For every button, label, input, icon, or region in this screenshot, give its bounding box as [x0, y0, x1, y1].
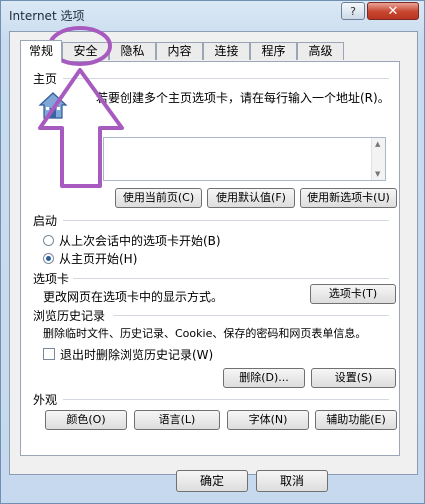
delete-history-on-exit-label[interactable]: 退出时删除浏览历史记录(W) — [60, 346, 213, 363]
window-title: Internet 选项 — [9, 9, 85, 23]
startup-section-title: 启动 — [33, 214, 58, 228]
appearance-section-title: 外观 — [33, 393, 58, 407]
languages-button[interactable]: 语言(L) — [134, 410, 220, 430]
home-section-title: 主页 — [33, 72, 58, 86]
history-section-title: 浏览历史记录 — [33, 309, 106, 323]
home-divider — [63, 78, 389, 79]
close-button[interactable]: ✕ — [367, 2, 419, 20]
use-current-button[interactable]: 使用当前页(C) — [115, 188, 202, 208]
help-button[interactable]: ? — [341, 2, 365, 20]
tabs-divider — [73, 278, 389, 279]
fonts-button[interactable]: 字体(N) — [227, 410, 309, 430]
delete-history-button[interactable]: 删除(D)... — [223, 368, 305, 388]
appearance-divider — [63, 399, 389, 400]
use-default-button[interactable]: 使用默认值(F) — [207, 188, 295, 208]
tab-connections[interactable]: 连接 — [203, 42, 250, 60]
history-divider — [113, 315, 389, 316]
delete-history-on-exit-checkbox[interactable] — [43, 348, 55, 360]
home-description: 若要创建多个主页选项卡，请在每行输入一个地址(R)。 — [96, 91, 390, 105]
cancel-button[interactable]: 取消 — [256, 470, 328, 492]
home-page-address-box[interactable]: ▲ ▼ — [103, 137, 386, 181]
scroll-up-icon[interactable]: ▲ — [375, 140, 380, 148]
history-settings-button[interactable]: 设置(S) — [311, 368, 396, 388]
tabs-section-title: 选项卡 — [33, 272, 70, 286]
use-new-tab-button[interactable]: 使用新选项卡(U) — [300, 188, 397, 208]
tab-general[interactable]: 常规 — [20, 40, 62, 62]
internet-options-window: Internet 选项 ? ✕ 常规 安全 隐私 内容 连接 程序 高级 主页 — [0, 0, 425, 504]
scroll-down-icon[interactable]: ▼ — [375, 170, 380, 178]
general-tab-panel: 主页 若要创建多个主页选项卡，请在每行输入一个地址(R)。 ▲ ▼ 使用当前页(… — [20, 61, 400, 456]
ok-button[interactable]: 确定 — [176, 470, 248, 492]
home-icon — [37, 90, 69, 122]
dialog-body: 常规 安全 隐私 内容 连接 程序 高级 主页 若要创建多个主页选项卡，请在每行… — [9, 31, 418, 475]
accessibility-button[interactable]: 辅助功能(E) — [315, 410, 397, 430]
home-page-scrollbar[interactable]: ▲ ▼ — [371, 138, 385, 180]
colors-button[interactable]: 颜色(O) — [45, 410, 127, 430]
tabs-settings-button[interactable]: 选项卡(T) — [310, 284, 396, 304]
tab-privacy[interactable]: 隐私 — [109, 42, 156, 60]
tab-programs[interactable]: 程序 — [250, 42, 297, 60]
startup-divider — [63, 220, 389, 221]
startup-last-session-radio[interactable] — [43, 235, 54, 246]
startup-home-label[interactable]: 从主页开始(H) — [59, 250, 137, 267]
history-description: 删除临时文件、历史记录、Cookie、保存的密码和网页表单信息。 — [43, 327, 367, 340]
tabs-description: 更改网页在选项卡中的显示方式。 — [43, 290, 224, 304]
startup-home-radio[interactable] — [43, 253, 54, 264]
tab-security[interactable]: 安全 — [62, 42, 109, 60]
tab-advanced[interactable]: 高级 — [297, 42, 344, 60]
startup-last-session-label[interactable]: 从上次会话中的选项卡开始(B) — [59, 232, 221, 249]
tab-content[interactable]: 内容 — [156, 42, 203, 60]
